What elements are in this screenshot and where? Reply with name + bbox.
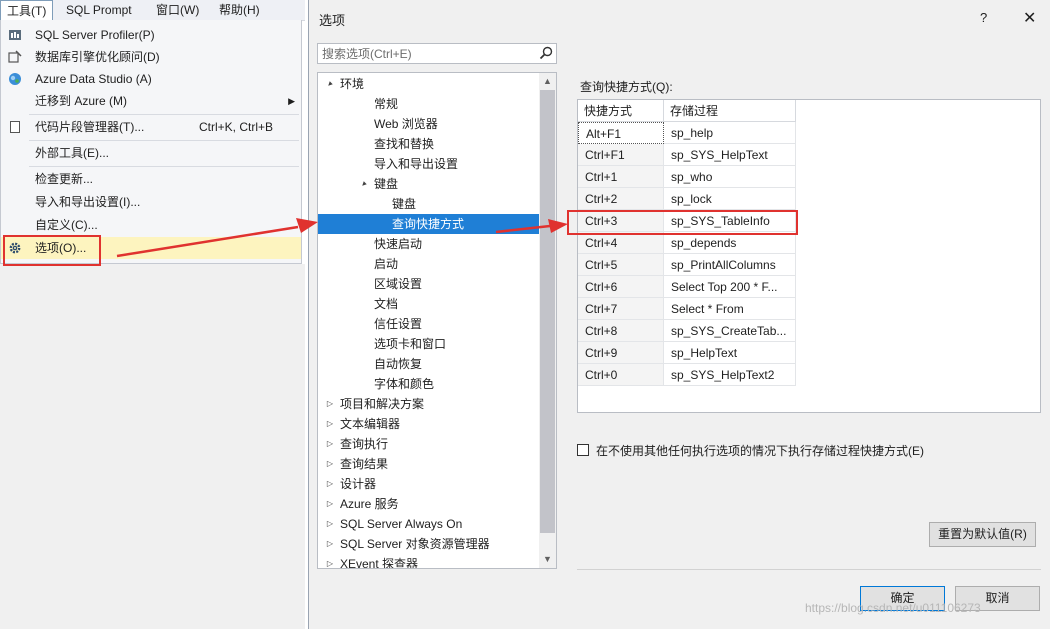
annotation-arrows — [116, 218, 568, 258]
watermark: https://blog.csdn.net/u011106273 — [805, 601, 981, 615]
